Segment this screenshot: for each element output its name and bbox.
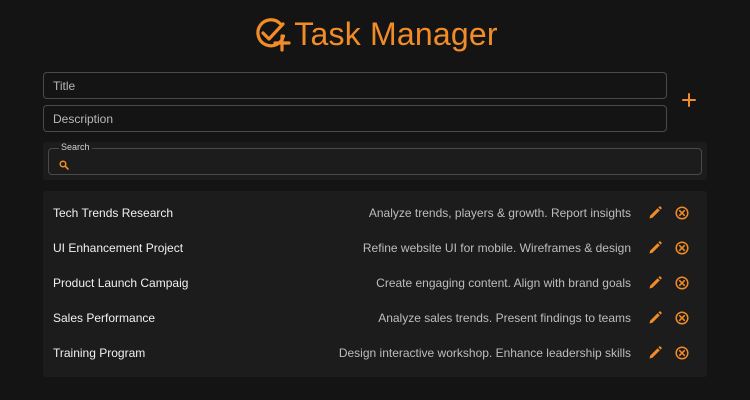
task-title: Product Launch Campaig xyxy=(53,276,189,290)
task-description: Create engaging content. Align with bran… xyxy=(376,276,631,290)
task-description: Analyze sales trends. Present findings t… xyxy=(378,311,631,325)
task-row: Training Program Design interactive work… xyxy=(43,336,707,371)
task-title: Training Program xyxy=(53,346,146,360)
description-field[interactable] xyxy=(43,105,667,132)
description-input[interactable] xyxy=(53,111,666,126)
task-description: Design interactive workshop. Enhance lea… xyxy=(338,346,631,360)
circle-x-icon xyxy=(675,276,689,290)
search-icon xyxy=(59,157,69,170)
title-input[interactable] xyxy=(53,78,666,93)
search-panel: Search xyxy=(43,142,707,180)
delete-task-button[interactable] xyxy=(674,240,690,256)
task-title: Tech Trends Research xyxy=(53,206,174,220)
add-task-button[interactable] xyxy=(677,90,701,114)
edit-task-button[interactable] xyxy=(647,275,663,291)
title-field[interactable] xyxy=(43,72,667,99)
delete-task-button[interactable] xyxy=(674,275,690,291)
edit-task-button[interactable] xyxy=(647,240,663,256)
search-label: Search xyxy=(59,142,92,153)
delete-task-button[interactable] xyxy=(674,345,690,361)
task-title: Sales Performance xyxy=(53,311,156,325)
task-description: Refine website UI for mobile. Wireframes… xyxy=(362,241,631,255)
circle-x-icon xyxy=(675,241,689,255)
task-row: UI Enhancement Project Refine website UI… xyxy=(43,231,707,266)
task-row: Tech Trends Research Analyze trends, pla… xyxy=(43,196,707,231)
delete-task-button[interactable] xyxy=(674,310,690,326)
task-description: Analyze trends, players & growth. Report… xyxy=(368,206,631,220)
task-list: Tech Trends Research Analyze trends, pla… xyxy=(43,191,707,377)
task-row: Sales Performance Analyze sales trends. … xyxy=(43,301,707,336)
task-row: Product Launch Campaig Create engaging c… xyxy=(43,266,707,301)
delete-task-button[interactable] xyxy=(674,205,690,221)
edit-task-button[interactable] xyxy=(647,205,663,221)
pencil-icon xyxy=(649,311,662,324)
plus-icon xyxy=(682,92,696,112)
edit-task-button[interactable] xyxy=(647,310,663,326)
pencil-icon xyxy=(649,346,662,359)
pencil-icon xyxy=(649,206,662,219)
circle-x-icon xyxy=(675,346,689,360)
task-title: UI Enhancement Project xyxy=(53,241,184,255)
edit-task-button[interactable] xyxy=(647,345,663,361)
pencil-icon xyxy=(649,241,662,254)
task-check-plus-icon xyxy=(252,14,292,54)
pencil-icon xyxy=(649,276,662,289)
circle-x-icon xyxy=(675,311,689,325)
app-header: Task Manager xyxy=(0,12,750,56)
page-title: Task Manager xyxy=(294,15,498,52)
search-field[interactable]: Search xyxy=(48,142,702,175)
search-input[interactable] xyxy=(75,153,675,171)
circle-x-icon xyxy=(675,206,689,220)
